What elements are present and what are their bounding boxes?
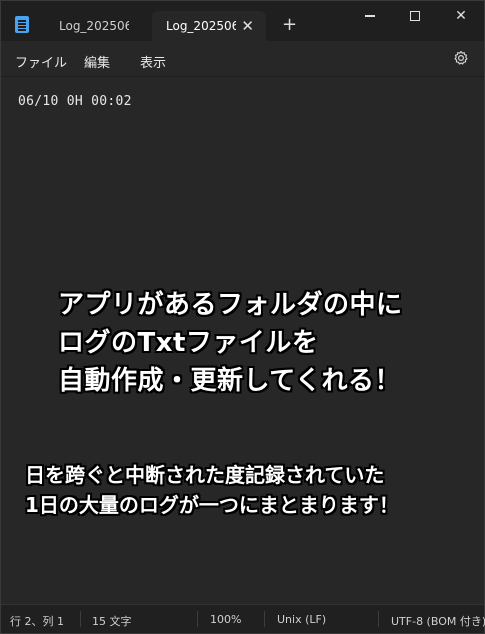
title-bar: Log_202506.txt Log_202506 ✕ + ✕ [1,1,484,41]
notepad-icon [15,16,29,33]
line-ending[interactable]: Unix (LF) [277,613,326,626]
menu-view[interactable]: 表示 [140,52,166,71]
tab-log-202506-inactive[interactable]: Log_202506.txt [45,11,149,41]
status-bar: 行 2、列 1 15 文字 100% Unix (LF) UTF-8 (BOM … [1,604,485,633]
minimize-button[interactable] [355,5,385,27]
tab-label: Log_202506 [166,19,236,33]
minimize-icon [365,15,375,17]
maximize-icon [410,11,420,21]
character-count: 15 文字 [92,615,132,628]
caption-line-1: アプリがあるフォルダの中に [58,290,403,320]
gear-icon[interactable] [453,50,469,66]
menu-edit[interactable]: 編集 [84,52,110,71]
caption-line-3: 自動作成・更新してくれる！ [58,366,401,396]
close-icon[interactable]: ✕ [241,17,254,35]
menu-file[interactable]: ファイル [15,52,67,71]
menu-bar: ファイル 編集 表示 [1,41,484,77]
editor-content: 06/10 0H 00:02 [18,94,132,109]
window-close-button[interactable]: ✕ [446,5,476,27]
plus-icon[interactable]: + [282,14,297,35]
notepad-window: Log_202506.txt Log_202506 ✕ + ✕ ファイル 編集 … [0,0,485,634]
encoding[interactable]: UTF-8 (BOM 付き) [391,613,485,629]
status-divider [197,611,198,627]
maximize-button[interactable] [400,5,430,27]
status-divider [264,611,265,627]
caption-line-2: ログのTxtファイルを [58,328,319,358]
cursor-position: 行 2、列 1 [10,615,64,628]
tab-label: Log_202506.txt [59,19,129,33]
status-divider [378,611,379,627]
tab-log-202506-active[interactable]: Log_202506 ✕ [152,11,266,41]
caption-line-5: 1日の大量のログが一つにまとまります！ [25,493,399,517]
caption-line-4: 日を跨ぐと中断された度記録されていた [25,463,385,487]
status-divider [80,611,81,627]
zoom-level[interactable]: 100% [210,613,241,626]
